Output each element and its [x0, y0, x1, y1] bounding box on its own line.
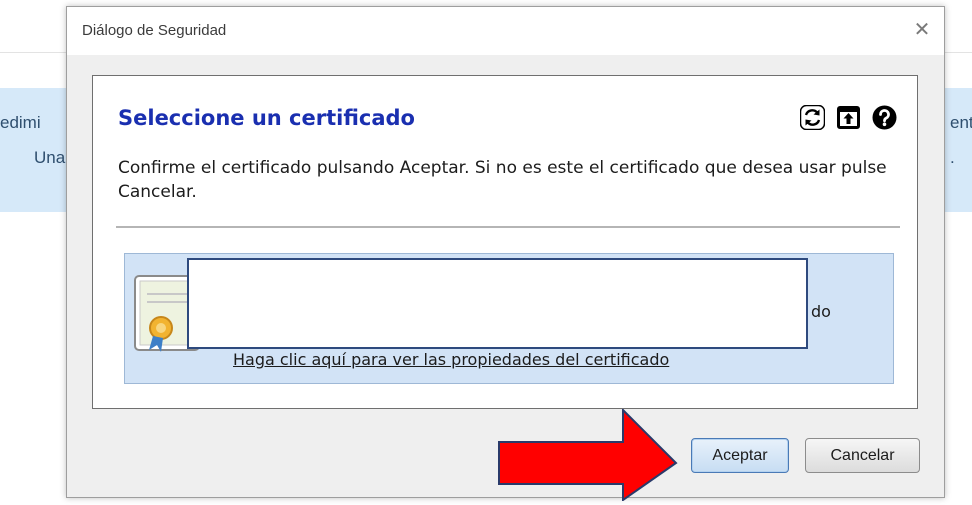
annotation-arrow-icon — [498, 407, 680, 502]
certificate-name-fragment: do — [811, 302, 831, 321]
close-icon[interactable]: ✕ — [912, 19, 932, 39]
banner-text-left-2: Una — [34, 148, 66, 167]
certificate-details-link[interactable]: Haga clic aquí para ver las propiedades … — [233, 350, 669, 369]
cancel-button[interactable]: Cancelar — [805, 438, 920, 473]
page-title: Seleccione un certificado — [118, 106, 415, 130]
dialog-titlebar: Diálogo de Seguridad ✕ — [67, 7, 944, 55]
panel-toolbar — [800, 105, 897, 130]
certificate-panel: Seleccione un certificado Confirme el ce… — [92, 75, 918, 409]
banner-text-right-2: . — [950, 148, 955, 167]
import-icon[interactable] — [836, 105, 861, 130]
banner-text-left-1: edimi — [0, 113, 41, 132]
redaction-box — [187, 258, 808, 349]
instructions-text: Confirme el certificado pulsando Aceptar… — [118, 158, 887, 202]
separator — [116, 226, 900, 228]
certificate-item[interactable]: do Haga clic aquí para ver las propiedad… — [124, 253, 894, 384]
help-icon[interactable] — [872, 105, 897, 130]
dialog-title: Diálogo de Seguridad — [82, 22, 227, 39]
banner-text-right-1: ent — [950, 113, 972, 132]
refresh-icon[interactable] — [800, 105, 825, 130]
accept-button[interactable]: Aceptar — [691, 438, 789, 473]
